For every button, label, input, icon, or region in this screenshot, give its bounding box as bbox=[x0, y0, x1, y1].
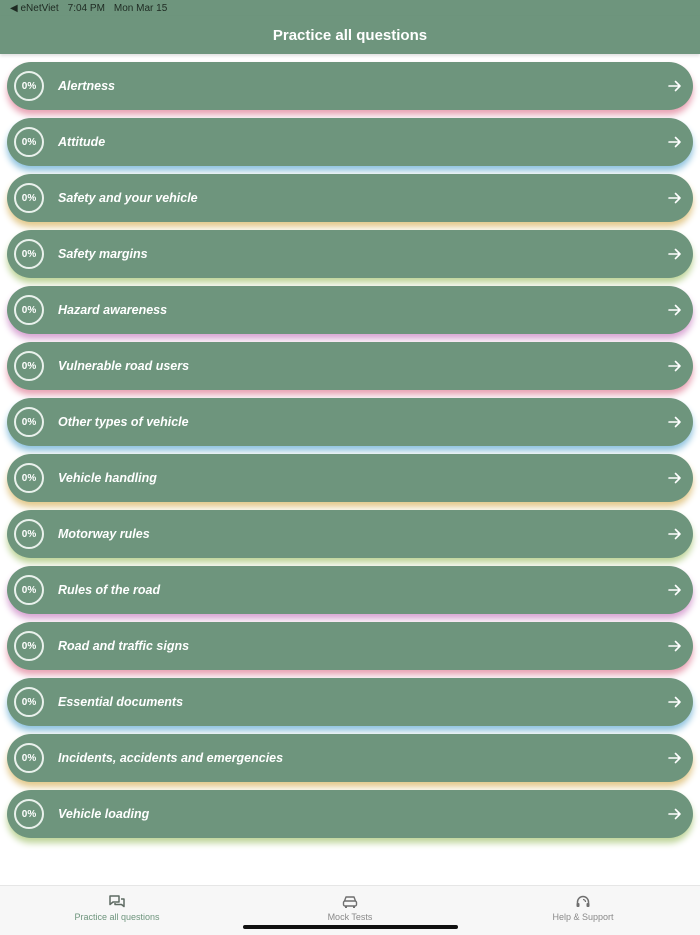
arrow-right-icon bbox=[668, 360, 681, 372]
progress-badge: 0% bbox=[14, 743, 44, 773]
topic-label: Road and traffic signs bbox=[58, 639, 190, 653]
back-to-app-link[interactable]: ◀ eNetViet bbox=[10, 3, 59, 14]
progress-badge: 0% bbox=[14, 631, 44, 661]
status-date: Mon Mar 15 bbox=[113, 2, 168, 14]
topic-row[interactable]: 0% Vulnerable road users bbox=[7, 342, 693, 390]
arrow-right-icon bbox=[668, 472, 681, 484]
progress-badge: 0% bbox=[14, 351, 44, 381]
page-title: Practice all questions bbox=[272, 26, 428, 44]
tab-label: Mock Tests bbox=[327, 912, 373, 922]
topic-row[interactable]: 0% Essential documents bbox=[7, 678, 693, 726]
arrow-right-icon bbox=[668, 136, 681, 148]
status-bar: ◀ eNetViet 7:04 PM Mon Mar 15 bbox=[0, 0, 700, 16]
topic-label: Alertness bbox=[58, 79, 115, 93]
progress-badge: 0% bbox=[14, 239, 44, 269]
tab-label: Help & Support bbox=[552, 912, 614, 922]
topic-row[interactable]: 0% Vehicle handling bbox=[7, 454, 693, 502]
topic-row[interactable]: 0% Alertness bbox=[7, 62, 693, 110]
progress-badge: 0% bbox=[14, 127, 44, 157]
arrow-right-icon bbox=[668, 192, 681, 204]
topic-label: Rules of the road bbox=[58, 583, 161, 597]
topic-row[interactable]: 0% Safety and your vehicle bbox=[7, 174, 693, 222]
arrow-right-icon bbox=[668, 528, 681, 540]
arrow-right-icon bbox=[668, 80, 681, 92]
topic-label: Vulnerable road users bbox=[58, 359, 190, 373]
arrow-right-icon bbox=[668, 696, 681, 708]
progress-badge: 0% bbox=[14, 71, 44, 101]
arrow-right-icon bbox=[668, 584, 681, 596]
topic-row[interactable]: 0% Motorway rules bbox=[7, 510, 693, 558]
topic-row[interactable]: 0% Attitude bbox=[7, 118, 693, 166]
progress-badge: 0% bbox=[14, 295, 44, 325]
topic-label: Other types of vehicle bbox=[58, 415, 189, 429]
topic-label: Safety margins bbox=[58, 247, 148, 261]
topic-row[interactable]: 0% Vehicle loading bbox=[7, 790, 693, 838]
tab-label: Practice all questions bbox=[74, 912, 160, 922]
topic-label: Motorway rules bbox=[58, 527, 150, 541]
arrow-right-icon bbox=[668, 248, 681, 260]
topic-row[interactable]: 0% Incidents, accidents and emergencies bbox=[7, 734, 693, 782]
progress-badge: 0% bbox=[14, 575, 44, 605]
arrow-right-icon bbox=[668, 640, 681, 652]
tab-help-support[interactable]: Help & Support bbox=[483, 894, 683, 922]
nav-header: Practice all questions bbox=[0, 16, 700, 54]
topic-label: Essential documents bbox=[58, 695, 184, 709]
topic-label: Vehicle loading bbox=[58, 807, 150, 821]
status-time: 7:04 PM bbox=[67, 2, 105, 14]
topic-row[interactable]: 0% Other types of vehicle bbox=[7, 398, 693, 446]
topic-row[interactable]: 0% Rules of the road bbox=[7, 566, 693, 614]
topic-label: Attitude bbox=[58, 135, 106, 149]
progress-badge: 0% bbox=[14, 183, 44, 213]
topic-row[interactable]: 0% Safety margins bbox=[7, 230, 693, 278]
arrow-right-icon bbox=[668, 416, 681, 428]
progress-badge: 0% bbox=[14, 687, 44, 717]
arrow-right-icon bbox=[668, 752, 681, 764]
car-icon bbox=[342, 896, 358, 908]
arrow-right-icon bbox=[668, 304, 681, 316]
tab-practice-all-questions[interactable]: Practice all questions bbox=[17, 894, 217, 922]
progress-badge: 0% bbox=[14, 463, 44, 493]
topic-row[interactable]: 0% Road and traffic signs bbox=[7, 622, 693, 670]
chat-bubbles-icon bbox=[109, 895, 125, 908]
progress-badge: 0% bbox=[14, 519, 44, 549]
arrow-right-icon bbox=[668, 808, 681, 820]
progress-badge: 0% bbox=[14, 799, 44, 829]
topic-label: Safety and your vehicle bbox=[58, 191, 198, 205]
tab-mock-tests[interactable]: Mock Tests bbox=[250, 894, 450, 922]
topic-label: Incidents, accidents and emergencies bbox=[58, 751, 284, 765]
topic-row[interactable]: 0% Hazard awareness bbox=[7, 286, 693, 334]
topic-label: Hazard awareness bbox=[58, 303, 168, 317]
headset-icon bbox=[576, 895, 590, 907]
topic-label: Vehicle handling bbox=[58, 471, 157, 485]
home-indicator bbox=[243, 925, 458, 929]
progress-badge: 0% bbox=[14, 407, 44, 437]
